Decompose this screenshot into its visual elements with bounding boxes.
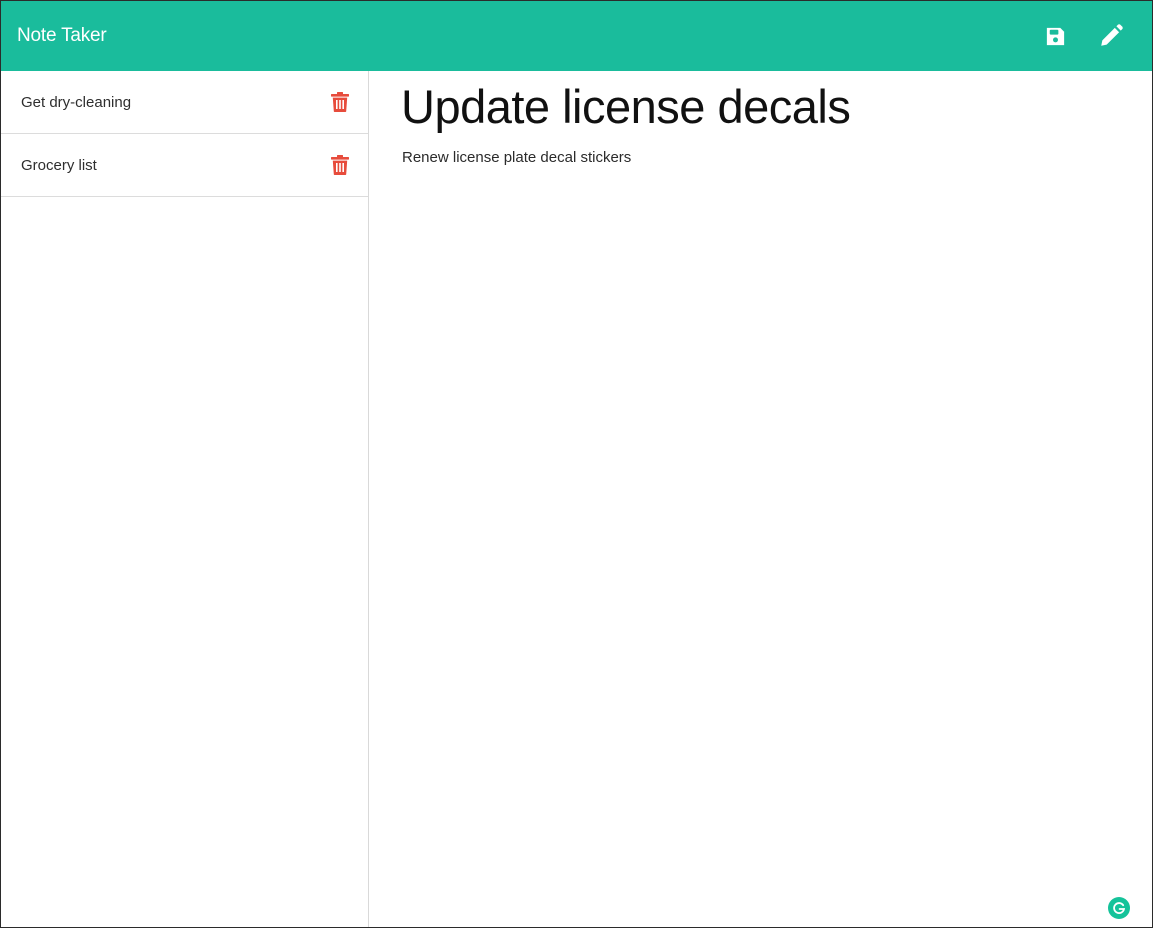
- navbar-actions: [1042, 1, 1124, 71]
- note-title: Grocery list: [21, 156, 97, 174]
- save-note-button[interactable]: [1042, 23, 1068, 49]
- note-title-input[interactable]: [401, 79, 1121, 134]
- app-title[interactable]: Note Taker: [17, 25, 107, 47]
- trash-icon[interactable]: [331, 155, 349, 175]
- note-title: Get dry-cleaning: [21, 93, 132, 111]
- grammarly-badge[interactable]: [1108, 897, 1130, 919]
- list-item[interactable]: Grocery list: [1, 134, 368, 197]
- grammarly-g-icon: [1113, 902, 1126, 914]
- notes-sidebar: Get dry-cleaning Grocery list: [1, 71, 369, 927]
- trash-icon[interactable]: [331, 92, 349, 112]
- list-item[interactable]: Get dry-cleaning: [1, 71, 368, 134]
- app-window: Note Taker Get dry-cleaning Grocery list…: [0, 0, 1153, 928]
- new-note-button[interactable]: [1098, 23, 1124, 49]
- pencil-icon: [1101, 24, 1123, 46]
- note-editor: Renew license plate decal stickers: [370, 71, 1152, 927]
- floppy-disk-icon: [1046, 27, 1064, 45]
- note-text-area[interactable]: Renew license plate decal stickers: [402, 149, 1122, 849]
- navbar: Note Taker: [1, 1, 1152, 71]
